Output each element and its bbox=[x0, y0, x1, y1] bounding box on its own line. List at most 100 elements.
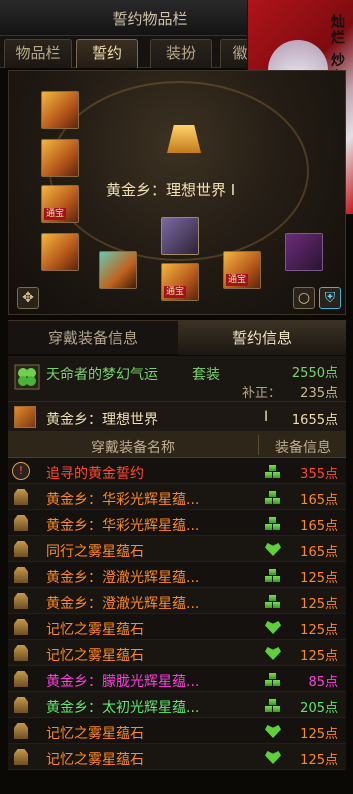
table-row[interactable]: 黄金乡：华彩光辉星蕴... 165点 bbox=[8, 484, 346, 510]
equipment-rows: ! 追寻的黄金誓约 355点 黄金乡：华彩光辉星蕴... 165点 黄金乡：华彩光辉星蕴.… bbox=[8, 458, 346, 770]
stone-icon bbox=[14, 515, 28, 531]
equip-slot-4[interactable] bbox=[41, 233, 79, 271]
zoom-icon[interactable]: ✥ bbox=[17, 287, 39, 309]
set-summary-name: 天命者的梦幻气运 bbox=[46, 367, 158, 383]
row-item-points: 125点 bbox=[300, 649, 338, 664]
equip-slot-8[interactable] bbox=[285, 233, 323, 271]
table-row[interactable]: 记忆之雾星蕴石 125点 bbox=[8, 614, 346, 640]
oath-set-name: 黄金乡：理想世界 I bbox=[106, 181, 236, 199]
tab-oath-info[interactable]: 誓约信息 bbox=[178, 321, 346, 355]
equip-slot-center[interactable] bbox=[161, 217, 199, 255]
stone-icon bbox=[14, 671, 28, 687]
row-item-points: 125点 bbox=[300, 753, 338, 768]
table-row[interactable]: 记忆之雾星蕴石 125点 bbox=[8, 744, 346, 770]
blocks-icon bbox=[265, 491, 281, 504]
stone-icon bbox=[14, 567, 28, 583]
blocks-icon bbox=[265, 699, 281, 712]
stone-icon bbox=[14, 723, 28, 739]
heart-icon bbox=[265, 647, 281, 660]
ring-icon: ! bbox=[12, 462, 30, 480]
tab-equip-info[interactable]: 穿戴装备信息 bbox=[8, 321, 178, 355]
tab-oath[interactable]: 誓约 bbox=[76, 39, 138, 68]
row-item-name: 记忆之雾星蕴石 bbox=[46, 648, 144, 664]
tongbao-badge: 通宝 bbox=[226, 274, 249, 286]
row-item-name: 黄金乡：朦胧光辉星蕴... bbox=[46, 674, 200, 690]
armor-toggle-icon[interactable]: ⛨ bbox=[319, 287, 341, 309]
row-item-name: 记忆之雾星蕴石 bbox=[46, 622, 144, 638]
table-row[interactable]: 记忆之雾星蕴石 125点 bbox=[8, 718, 346, 744]
stone-icon bbox=[14, 541, 28, 557]
row-item-name: 追寻的黄金誓约 bbox=[46, 466, 144, 482]
row-item-points: 125点 bbox=[300, 597, 338, 612]
table-row[interactable]: 黄金乡：太初光辉星蕴... 205点 bbox=[8, 692, 346, 718]
blocks-icon bbox=[265, 673, 281, 686]
equip-slot-1[interactable] bbox=[41, 91, 79, 129]
heart-icon bbox=[265, 725, 281, 738]
equip-slot-2[interactable] bbox=[41, 139, 79, 177]
stone-icon bbox=[14, 489, 28, 505]
sub-set-name: 黄金乡：理想世界 bbox=[46, 412, 158, 428]
oath-equip-area: 通宝 通宝 通宝 黄金乡：理想世界 I ✥ ○ ⛨ bbox=[8, 70, 346, 315]
row-item-points: 125点 bbox=[300, 571, 338, 586]
set-summary-points: 2550点 bbox=[291, 366, 338, 381]
tab-inventory[interactable]: 物品栏 bbox=[4, 39, 72, 68]
equip-slot-5[interactable] bbox=[99, 251, 137, 289]
correction-label: 补正： bbox=[242, 386, 282, 401]
stone-icon bbox=[14, 697, 28, 713]
row-item-points: 165点 bbox=[300, 493, 338, 508]
row-item-name: 黄金乡：华彩光辉星蕴... bbox=[46, 492, 200, 508]
blocks-icon bbox=[265, 465, 281, 478]
info-tabs: 穿戴装备信息 誓约信息 bbox=[8, 320, 346, 355]
row-item-points: 125点 bbox=[300, 727, 338, 742]
sub-set-row: 黄金乡：理想世界 I 1655点 bbox=[8, 402, 346, 432]
clover-icon bbox=[14, 364, 40, 390]
table-row[interactable]: 黄金乡：朦胧光辉星蕴... 85点 bbox=[8, 666, 346, 692]
table-row[interactable]: 黄金乡：澄澈光辉星蕴... 125点 bbox=[8, 562, 346, 588]
row-item-points: 165点 bbox=[300, 519, 338, 534]
sub-set-level: I bbox=[264, 409, 269, 425]
set-summary-label: 套装 bbox=[192, 367, 220, 383]
row-item-name: 黄金乡：澄澈光辉星蕴... bbox=[46, 596, 200, 612]
heart-icon bbox=[265, 751, 281, 764]
heart-icon bbox=[265, 543, 281, 556]
row-item-name: 黄金乡：华彩光辉星蕴... bbox=[46, 518, 200, 534]
row-item-name: 黄金乡：太初光辉星蕴... bbox=[46, 700, 200, 716]
table-row[interactable]: 黄金乡：华彩光辉星蕴... 165点 bbox=[8, 510, 346, 536]
column-name-header: 穿戴装备名称 bbox=[91, 440, 175, 456]
column-header: 穿戴装备名称 装备信息 bbox=[8, 432, 346, 458]
blocks-icon bbox=[265, 569, 281, 582]
blocks-icon bbox=[265, 595, 281, 608]
row-item-name: 黄金乡：澄澈光辉星蕴... bbox=[46, 570, 200, 586]
blocks-icon bbox=[265, 517, 281, 530]
row-item-name: 记忆之雾星蕴石 bbox=[46, 752, 144, 768]
tongbao-badge: 通宝 bbox=[44, 208, 67, 220]
equip-slot-6[interactable]: 通宝 bbox=[161, 263, 199, 301]
stone-icon bbox=[14, 619, 28, 635]
sub-set-points: 1655点 bbox=[291, 413, 338, 428]
row-item-points: 165点 bbox=[300, 545, 338, 560]
column-divider bbox=[258, 435, 259, 455]
ring-toggle-icon[interactable]: ○ bbox=[293, 287, 315, 309]
gold-set-icon bbox=[14, 406, 36, 428]
column-info-header: 装备信息 bbox=[275, 440, 331, 456]
row-item-name: 同行之雾星蕴石 bbox=[46, 544, 144, 560]
row-item-points: 85点 bbox=[308, 675, 338, 690]
table-row[interactable]: 黄金乡：澄澈光辉星蕴... 125点 bbox=[8, 588, 346, 614]
equip-slot-7[interactable]: 通宝 bbox=[223, 251, 261, 289]
equip-slot-3[interactable]: 通宝 bbox=[41, 185, 79, 223]
stone-icon bbox=[14, 749, 28, 765]
table-row[interactable]: 记忆之雾星蕴石 125点 bbox=[8, 640, 346, 666]
correction-points: 235点 bbox=[300, 386, 338, 401]
tongbao-badge: 通宝 bbox=[164, 286, 187, 298]
row-item-points: 205点 bbox=[300, 701, 338, 716]
tab-avatar[interactable]: 装扮 bbox=[150, 39, 212, 68]
stone-icon bbox=[14, 645, 28, 661]
oath-info-list: 天命者的梦幻气运 套装 2550点 补正： 235点 黄金乡：理想世界 I 16… bbox=[8, 356, 346, 770]
row-item-points: 125点 bbox=[300, 623, 338, 638]
stone-icon bbox=[14, 593, 28, 609]
heart-icon bbox=[265, 621, 281, 634]
table-row[interactable]: 同行之雾星蕴石 165点 bbox=[8, 536, 346, 562]
row-item-name: 记忆之雾星蕴石 bbox=[46, 726, 144, 742]
set-summary: 天命者的梦幻气运 套装 2550点 补正： 235点 bbox=[8, 356, 346, 402]
table-row[interactable]: ! 追寻的黄金誓约 355点 bbox=[8, 458, 346, 484]
